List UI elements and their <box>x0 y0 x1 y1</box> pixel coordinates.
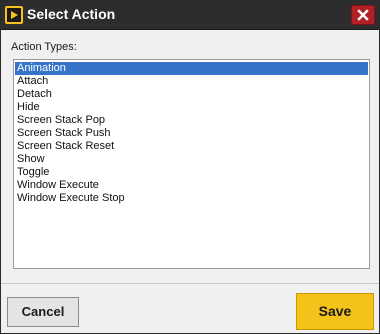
list-item[interactable]: Show <box>15 153 368 166</box>
list-item[interactable]: Toggle <box>15 166 368 179</box>
list-item[interactable]: Screen Stack Reset <box>15 140 368 153</box>
list-item[interactable]: Attach <box>15 75 368 88</box>
action-types-list[interactable]: Animation Attach Detach Hide Screen Stack Po… <box>13 59 370 269</box>
list-item[interactable]: Window Execute Stop <box>15 192 368 205</box>
close-icon <box>357 9 369 21</box>
list-item[interactable]: Screen Stack Pop <box>15 114 368 127</box>
list-item[interactable]: Window Execute <box>15 179 368 192</box>
select-action-dialog: Select Action Action Types: Animation Att… <box>0 0 380 334</box>
list-item[interactable]: Animation <box>15 62 368 75</box>
list-item[interactable]: Hide <box>15 101 368 114</box>
dialog-title: Select Action <box>27 6 116 22</box>
action-types-label: Action Types: <box>11 41 77 53</box>
save-button[interactable]: Save <box>296 293 374 330</box>
play-icon <box>5 6 23 24</box>
footer-divider <box>1 283 379 284</box>
list-item[interactable]: Detach <box>15 88 368 101</box>
cancel-button[interactable]: Cancel <box>7 297 79 327</box>
list-item[interactable]: Screen Stack Push <box>15 127 368 140</box>
close-button[interactable] <box>351 5 375 25</box>
title-bar[interactable]: Select Action <box>1 1 379 30</box>
